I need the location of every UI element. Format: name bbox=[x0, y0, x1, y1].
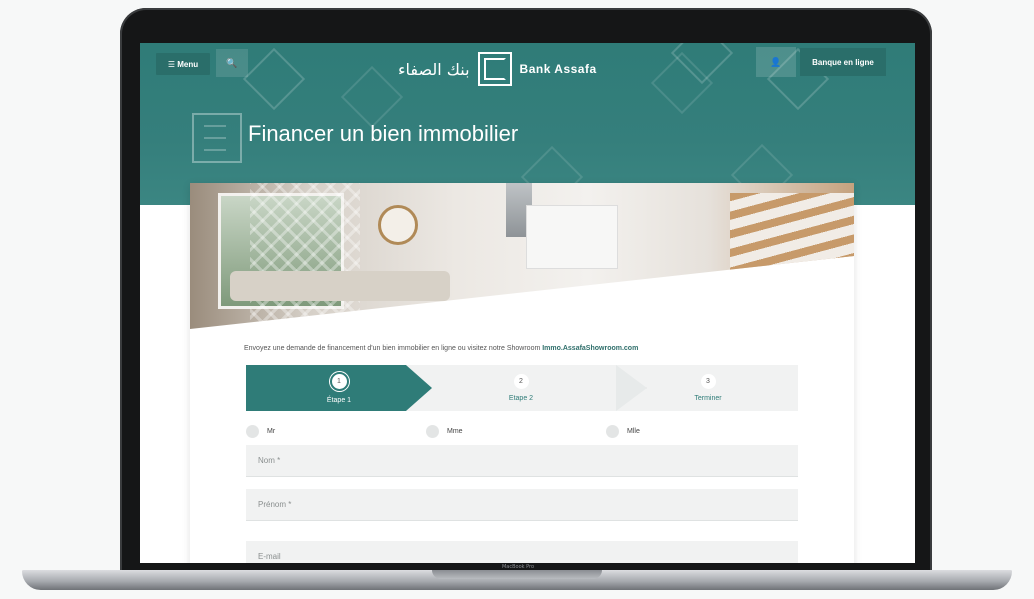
menu-button[interactable]: ☰ Menu bbox=[156, 53, 210, 75]
step-2-label: Etape 2 bbox=[508, 395, 534, 402]
browser-viewport: ☰ Menu 🔍 بنك الصفاء Bank Assafa 👤 Banque… bbox=[140, 43, 915, 563]
step-3-label: Terminer bbox=[694, 395, 722, 402]
step-1-label: Étape 1 bbox=[326, 397, 352, 404]
intro-sentence: Envoyez une demande de financement d'un … bbox=[244, 345, 543, 352]
bank-logo[interactable]: بنك الصفاء Bank Assafa bbox=[398, 50, 658, 88]
pattern-icon bbox=[192, 113, 242, 163]
civility-option-mlle[interactable]: Mlle bbox=[606, 425, 640, 438]
radio-button[interactable] bbox=[426, 425, 439, 438]
logo-name: Bank Assafa bbox=[519, 62, 597, 76]
step-1-number: 1 bbox=[329, 372, 349, 391]
radio-button[interactable] bbox=[606, 425, 619, 438]
step-2[interactable]: 2 Etape 2 bbox=[406, 365, 636, 411]
laptop-notch bbox=[432, 570, 602, 579]
online-banking-button[interactable]: Banque en ligne bbox=[800, 48, 886, 76]
search-icon[interactable]: 🔍 bbox=[216, 49, 248, 77]
step-1[interactable]: 1 Étape 1 bbox=[246, 365, 432, 411]
radio-button[interactable] bbox=[246, 425, 259, 438]
intro-text: Envoyez une demande de financement d'un … bbox=[244, 345, 638, 352]
step-3-number: 3 bbox=[700, 374, 716, 389]
decorative-pattern bbox=[242, 47, 306, 111]
email-input[interactable]: E-mail bbox=[246, 541, 798, 563]
prenom-input[interactable]: Prénom * bbox=[246, 489, 798, 521]
nom-input[interactable]: Nom * bbox=[246, 445, 798, 477]
interior-photo bbox=[190, 183, 854, 329]
civility-label: Mr bbox=[267, 428, 276, 435]
civility-option-mme[interactable]: Mme bbox=[426, 425, 463, 438]
step-3[interactable]: 3 Terminer bbox=[618, 365, 798, 411]
page-title: Financer un bien immobilier bbox=[248, 121, 519, 146]
civility-label: Mlle bbox=[627, 428, 640, 435]
content-card: Envoyez une demande de financement d'un … bbox=[190, 183, 854, 563]
stepper: 1 Étape 1 2 Etape 2 3 Terminer bbox=[246, 365, 798, 411]
hero-banner: ☰ Menu 🔍 بنك الصفاء Bank Assafa 👤 Banque… bbox=[140, 43, 915, 209]
logo-arabic-text: بنك الصفاء bbox=[398, 59, 470, 79]
step-2-number: 2 bbox=[513, 374, 529, 389]
showroom-link[interactable]: Immo.AssafaShowroom.com bbox=[542, 345, 638, 352]
user-icon[interactable]: 👤 bbox=[756, 47, 796, 77]
logo-mark-icon bbox=[477, 52, 512, 86]
laptop-brand-label: MacBook Pro bbox=[501, 564, 535, 570]
civility-label: Mme bbox=[447, 428, 463, 435]
decorative-pattern bbox=[340, 65, 404, 129]
civility-option-mr[interactable]: Mr bbox=[246, 425, 275, 438]
